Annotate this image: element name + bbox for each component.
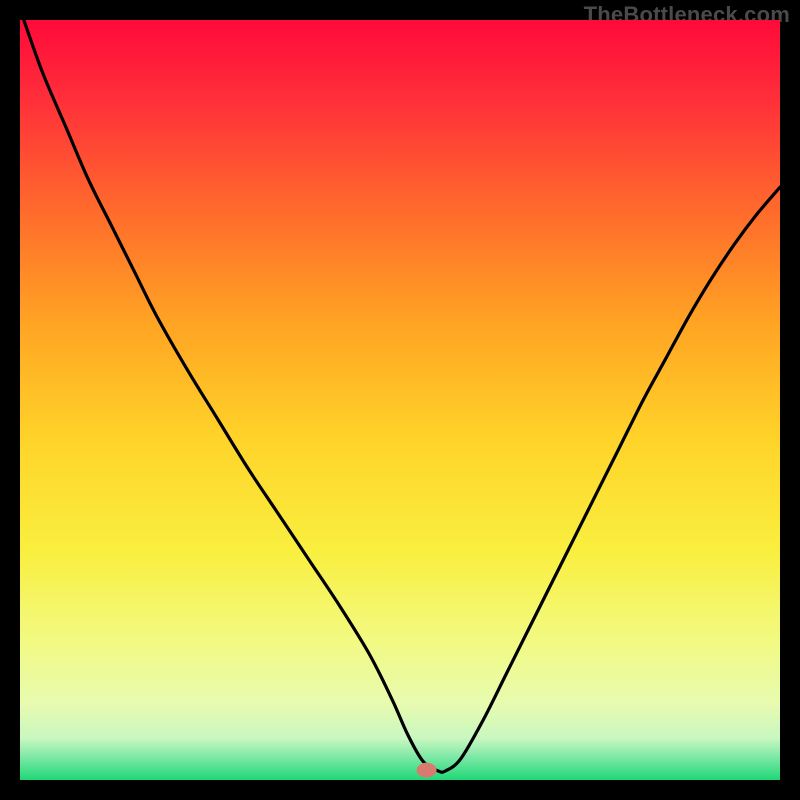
plot-area [20, 20, 780, 780]
chart-frame: TheBottleneck.com [0, 0, 800, 800]
optimal-marker [417, 763, 437, 778]
gradient-background [20, 20, 780, 780]
chart-svg [20, 20, 780, 780]
